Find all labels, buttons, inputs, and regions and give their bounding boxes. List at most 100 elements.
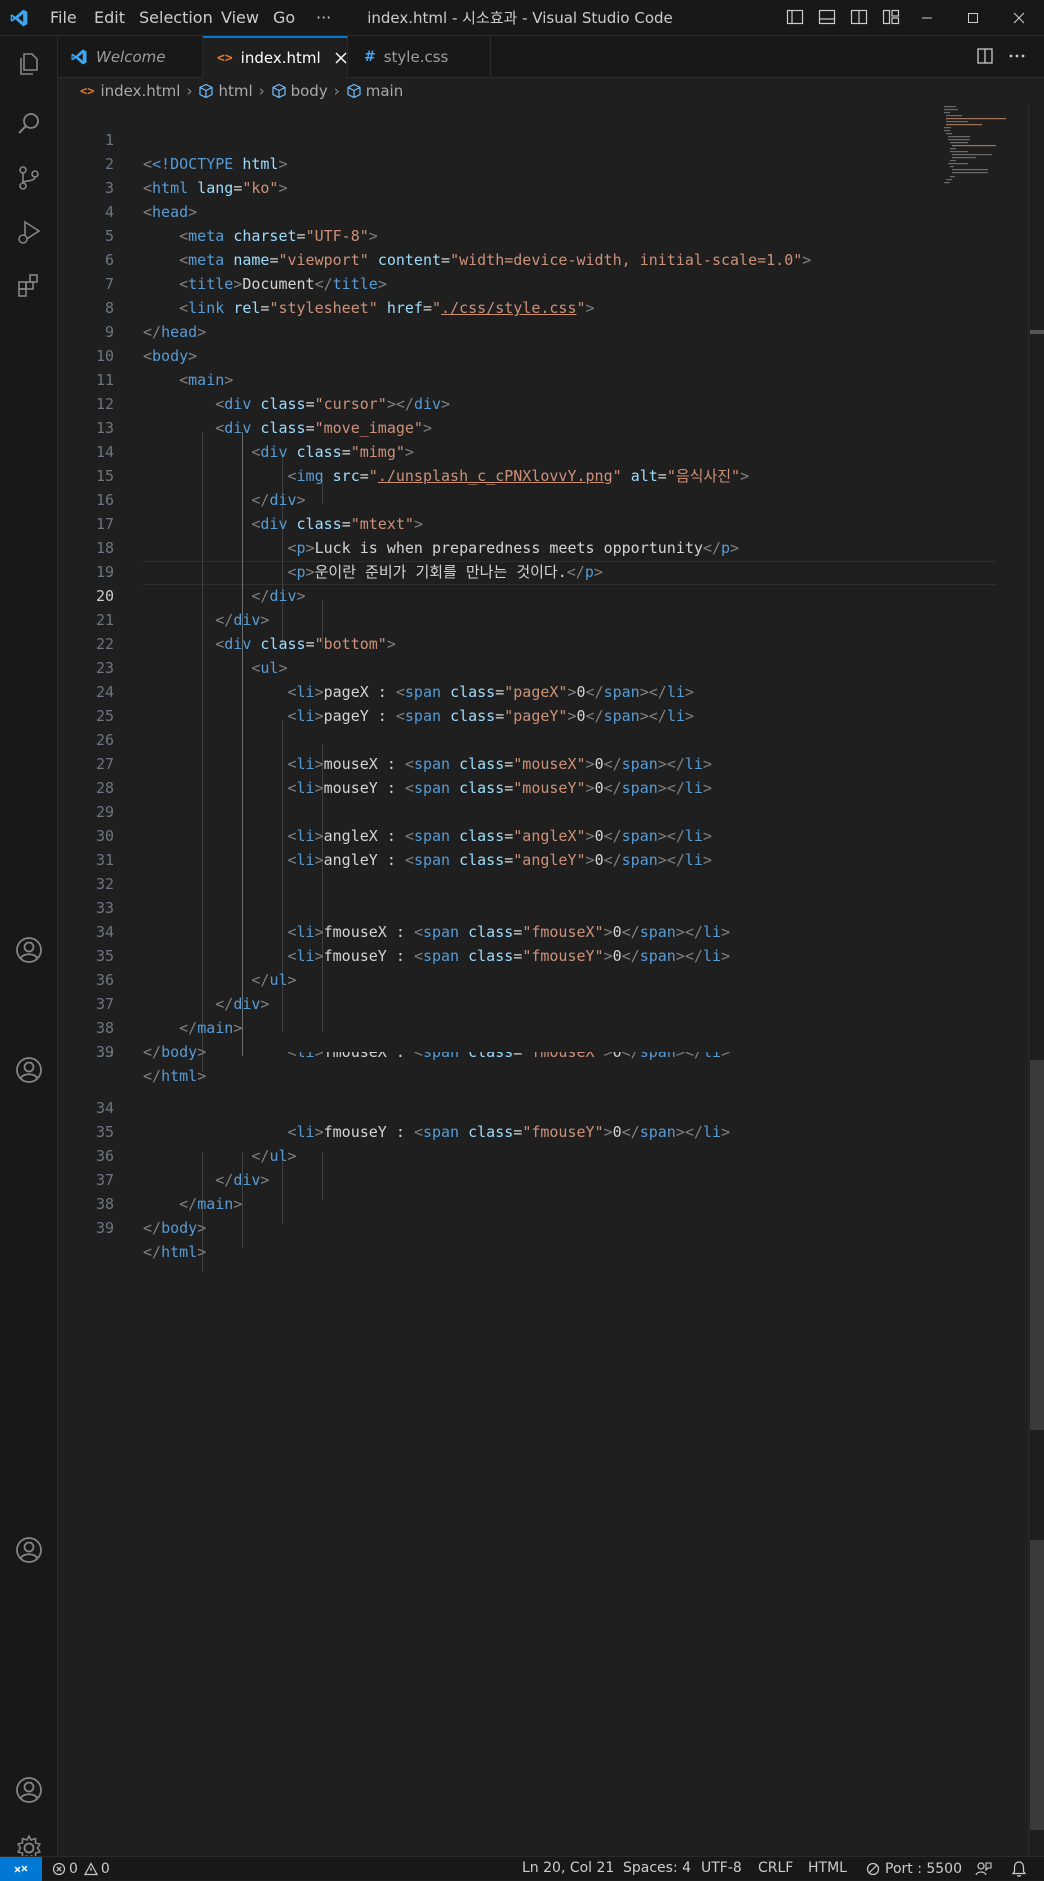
account-button[interactable]: [0, 1766, 58, 1814]
no-entry-icon: [866, 1862, 880, 1876]
code-token: html: [161, 1243, 198, 1261]
account-button[interactable]: [0, 1046, 58, 1094]
code-line: 11 <div class="cursor"></div>: [58, 344, 938, 413]
error-icon: [52, 1862, 66, 1876]
breadcrumb: <> index.html › html › body › main: [58, 78, 1044, 104]
code-line: 36 </div>: [58, 944, 938, 1013]
files-icon: [20, 53, 38, 75]
breadcrumb-item-main[interactable]: main: [346, 82, 403, 100]
vertical-scrollbar[interactable]: [1028, 104, 1044, 1856]
run-debug-button[interactable]: [0, 208, 58, 256]
tab-style-css[interactable]: # style.css: [348, 36, 491, 77]
split-editor-icon[interactable]: [976, 47, 994, 65]
minimap[interactable]: [942, 104, 1028, 184]
code-line: 9 <body>: [58, 296, 938, 365]
menu-view[interactable]: View: [221, 0, 259, 36]
breadcrumb-label: index.html: [100, 82, 181, 100]
tab-index-html[interactable]: <> index.html: [203, 36, 348, 78]
account-button[interactable]: [0, 926, 58, 974]
scrollbar-thumb[interactable]: [1030, 1540, 1044, 1830]
menu-more[interactable]: ···: [316, 0, 331, 36]
code-line: 34 <li>fmouseY : <span class="fmouseY">0…: [58, 896, 938, 965]
code-token: class: [468, 1052, 514, 1061]
html-file-icon: <>: [217, 50, 233, 66]
code-line: 12 <div class="move_image">: [58, 368, 938, 437]
end-of-line[interactable]: CRLF: [758, 1857, 793, 1881]
menu-go[interactable]: Go: [273, 0, 295, 36]
code-line: 33 <li>fmouseX : <span class="fmouseX">0…: [58, 872, 938, 941]
scrollbar-thumb[interactable]: [1030, 1060, 1044, 1430]
code-token: fmouseX :: [323, 1052, 414, 1061]
warning-icon: [83, 1862, 98, 1876]
code-line: 31: [58, 824, 938, 869]
code-line: 10 <main>: [58, 320, 938, 389]
problems-button[interactable]: 0 0: [52, 1857, 110, 1881]
tab-label: Welcome: [96, 47, 166, 66]
code-line: 32: [58, 848, 938, 893]
maximize-button[interactable]: [950, 0, 996, 36]
code-editor[interactable]: 1 <<!DOCTYPE html> 2 <html lang="ko"> 3 …: [58, 104, 1044, 1856]
bell-icon[interactable]: [1010, 1860, 1028, 1878]
breadcrumb-label: body: [290, 82, 328, 100]
minimize-icon: [922, 17, 932, 19]
chevron-right-icon: ›: [186, 82, 193, 100]
code-line: 6 <title>Document</title>: [58, 224, 938, 293]
cursor-position[interactable]: Ln 20, Col 21: [522, 1857, 614, 1881]
remote-indicator-button[interactable]: [0, 1857, 42, 1881]
code-line: 37 </main>: [58, 968, 938, 1037]
live-server-button[interactable]: Port : 5500: [866, 1857, 962, 1881]
code-line: 8 </head>: [58, 272, 938, 341]
error-count: 0: [69, 1860, 78, 1877]
breadcrumb-item-html[interactable]: html: [198, 82, 253, 100]
warning-count: 0: [100, 1860, 110, 1877]
code-line: 7 <link rel="stylesheet" href="./css/sty…: [58, 248, 938, 317]
cube-icon: [272, 83, 286, 99]
toggle-panel-icon[interactable]: [818, 8, 836, 26]
cube-icon: [347, 83, 361, 99]
code-line: 29 <li>angleX : <span class="angleX">0</…: [58, 776, 938, 845]
code-line: 33 <li>fmouseX : <span class="fmouseX">0…: [58, 1052, 938, 1064]
breadcrumb-item-body[interactable]: body: [271, 82, 328, 100]
code-line: 22 <ul>: [58, 608, 938, 677]
minimize-button[interactable]: [904, 0, 950, 36]
html-file-icon: <>: [80, 84, 95, 98]
explorer-button[interactable]: [0, 40, 58, 88]
feedback-icon[interactable]: [974, 1860, 992, 1878]
line-number: 33: [95, 1052, 114, 1061]
customize-layout-icon[interactable]: [882, 8, 900, 26]
source-control-button[interactable]: [0, 154, 58, 202]
account-button[interactable]: [0, 1526, 58, 1574]
toggle-secondary-sidebar-icon[interactable]: [850, 8, 868, 26]
search-icon: [18, 113, 39, 134]
language-mode[interactable]: HTML: [808, 1857, 847, 1881]
extensions-button[interactable]: [0, 262, 58, 310]
encoding[interactable]: UTF-8: [701, 1857, 742, 1881]
menu-file[interactable]: File: [50, 0, 77, 36]
code-line: 3 <head>: [58, 152, 938, 221]
search-button[interactable]: [0, 100, 58, 148]
activity-bar: [0, 36, 58, 1861]
menu-edit[interactable]: Edit: [94, 0, 125, 36]
code-line: 20 </div>: [58, 560, 938, 629]
menu-selection[interactable]: Selection: [139, 0, 213, 36]
close-tab-icon[interactable]: [335, 52, 347, 64]
tab-label: index.html: [240, 49, 321, 67]
code-line: 35 </ul>: [58, 920, 938, 989]
source-control-icon: [19, 166, 39, 190]
extensions-icon: [18, 274, 38, 297]
code-line: 38 </body>: [58, 1168, 938, 1237]
code-line: 23 <li>pageX : <span class="pageX">0</sp…: [58, 632, 938, 701]
chevron-right-icon: ›: [258, 82, 265, 100]
tab-label: style.css: [383, 47, 449, 66]
run-debug-icon: [18, 220, 41, 244]
toggle-primary-sidebar-icon[interactable]: [786, 8, 804, 26]
indentation[interactable]: Spaces: 4: [623, 1857, 691, 1881]
code-line: 26 <li>mouseX : <span class="mouseX">0</…: [58, 704, 938, 773]
code-token: li: [702, 1052, 721, 1061]
code-line: 37 </main>: [58, 1144, 938, 1213]
code-token: span: [422, 1052, 460, 1061]
breadcrumb-item-file[interactable]: <> index.html: [80, 82, 180, 100]
tab-welcome[interactable]: Welcome: [58, 36, 203, 77]
close-window-button[interactable]: [996, 0, 1042, 36]
more-actions-icon[interactable]: [1008, 47, 1026, 65]
